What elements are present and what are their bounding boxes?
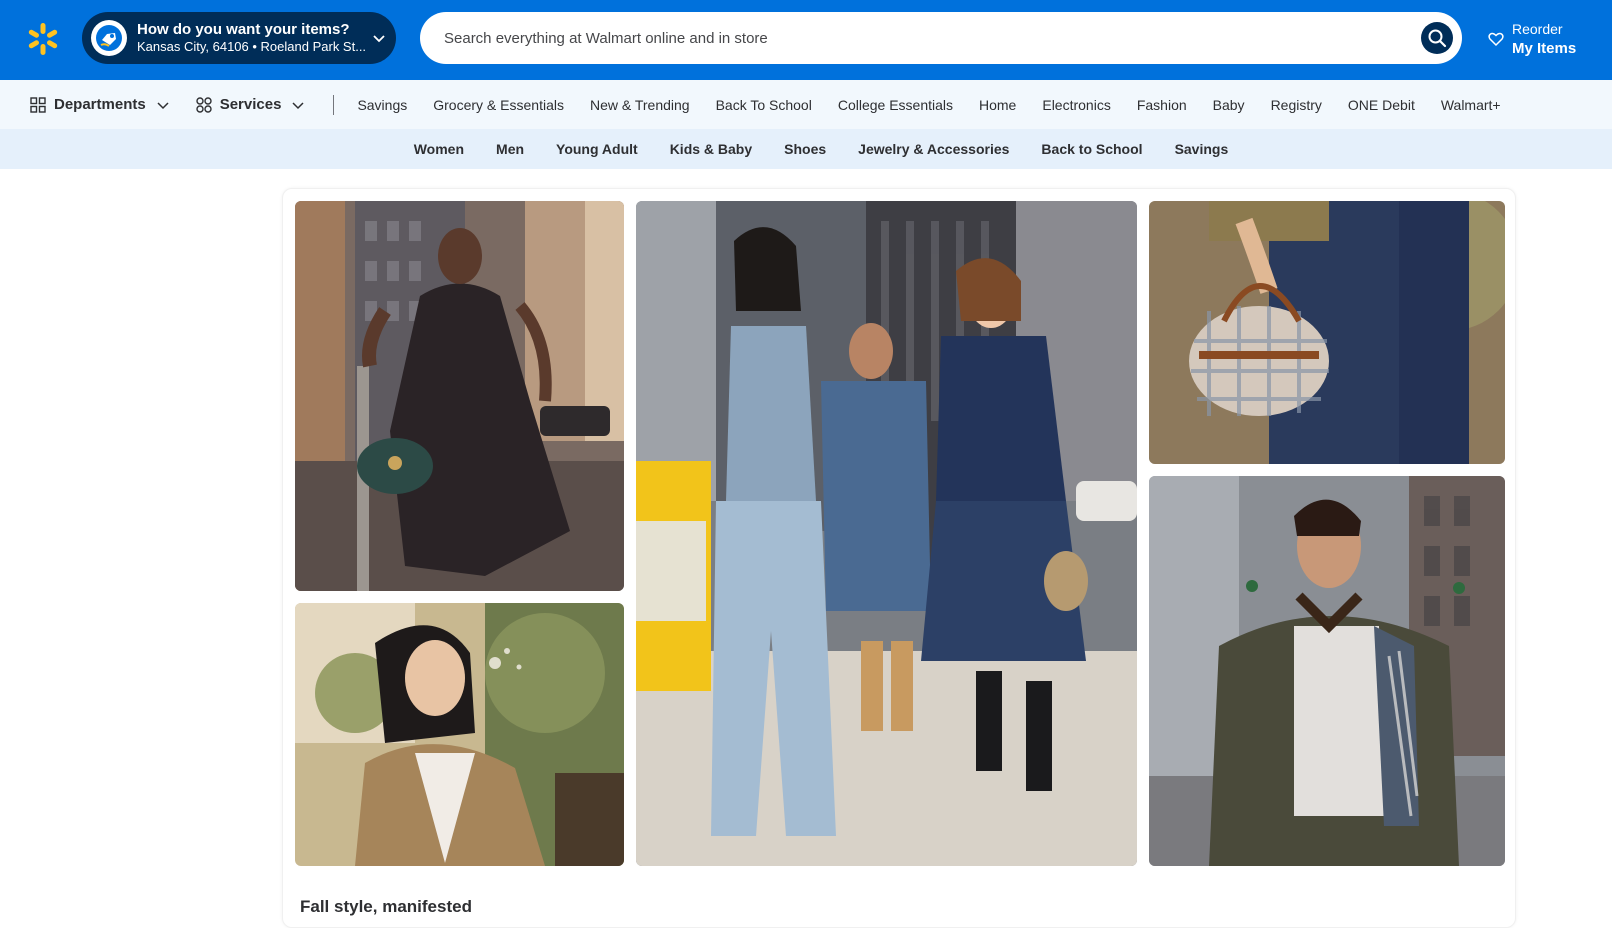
- grid-icon: [30, 96, 46, 113]
- nav-divider: [333, 94, 335, 115]
- subnav-link-women[interactable]: Women: [414, 141, 464, 157]
- subnav-link-men[interactable]: Men: [496, 141, 524, 157]
- departments-button[interactable]: Departments: [30, 96, 170, 113]
- search-icon: [1428, 29, 1447, 48]
- subnav-link-shoes[interactable]: Shoes: [784, 141, 826, 157]
- nav-link-baby[interactable]: Baby: [1213, 97, 1245, 113]
- subnav-link-young-adult[interactable]: Young Adult: [556, 141, 638, 157]
- nav-link-back-to-school[interactable]: Back To School: [716, 97, 812, 113]
- nav-link-fashion[interactable]: Fashion: [1137, 97, 1187, 113]
- hero-image-plaid-bag[interactable]: [1149, 201, 1505, 464]
- nav-link-new-trending[interactable]: New & Trending: [590, 97, 690, 113]
- walmart-spark-icon[interactable]: [26, 22, 60, 56]
- main-nav: Departments Services Savings Grocery & E…: [0, 80, 1612, 129]
- nav-link-one-debit[interactable]: ONE Debit: [1348, 97, 1415, 113]
- reorder-my-items-button[interactable]: Reorder My Items: [1488, 16, 1576, 62]
- fashion-subnav: Women Men Young Adult Kids & Baby Shoes …: [0, 129, 1612, 169]
- subnav-link-back-to-school[interactable]: Back to School: [1041, 141, 1142, 157]
- hero-caption: Fall style, manifested: [300, 897, 472, 916]
- header: How do you want your items? Kansas City,…: [0, 0, 1612, 80]
- services-label: Services: [219, 96, 282, 113]
- fashion-hero-card: Fall style, manifested: [282, 188, 1516, 928]
- nav-link-savings[interactable]: Savings: [357, 97, 407, 113]
- chevron-down-icon: [292, 101, 304, 109]
- chevron-down-icon: [373, 35, 385, 43]
- search-bar: [420, 12, 1462, 64]
- hero-image-man-jacket[interactable]: [1149, 476, 1505, 866]
- search-button[interactable]: [1421, 22, 1453, 54]
- nav-link-walmart-plus[interactable]: Walmart+: [1441, 97, 1501, 113]
- location-selector-button[interactable]: How do you want your items? Kansas City,…: [82, 12, 396, 64]
- services-grid-icon: [196, 96, 212, 113]
- my-items-label: My Items: [1512, 40, 1577, 57]
- nav-link-electronics[interactable]: Electronics: [1042, 97, 1110, 113]
- subnav-link-jewelry-accessories[interactable]: Jewelry & Accessories: [858, 141, 1009, 157]
- delivery-location-icon: [91, 20, 127, 56]
- search-input[interactable]: [444, 29, 1384, 47]
- chevron-down-icon: [157, 101, 169, 109]
- nav-links: Savings Grocery & Essentials New & Trend…: [344, 97, 1513, 113]
- location-subtitle: Kansas City, 64106 • Roeland Park St...: [137, 39, 367, 54]
- hero-image-woman-trench-coat[interactable]: [295, 603, 624, 866]
- services-button[interactable]: Services: [196, 96, 306, 113]
- reorder-label: Reorder: [1512, 21, 1563, 37]
- nav-link-college-essentials[interactable]: College Essentials: [838, 97, 953, 113]
- heart-icon: [1488, 32, 1504, 47]
- subnav-link-kids-baby[interactable]: Kids & Baby: [670, 141, 752, 157]
- departments-label: Departments: [54, 96, 146, 113]
- hero-image-woman-black-dress[interactable]: [295, 201, 624, 591]
- nav-link-grocery-essentials[interactable]: Grocery & Essentials: [433, 97, 564, 113]
- location-title: How do you want your items?: [137, 21, 350, 38]
- nav-link-registry[interactable]: Registry: [1271, 97, 1322, 113]
- nav-link-home[interactable]: Home: [979, 97, 1016, 113]
- hero-image-denim-group[interactable]: [636, 201, 1137, 866]
- subnav-link-savings[interactable]: Savings: [1175, 141, 1229, 157]
